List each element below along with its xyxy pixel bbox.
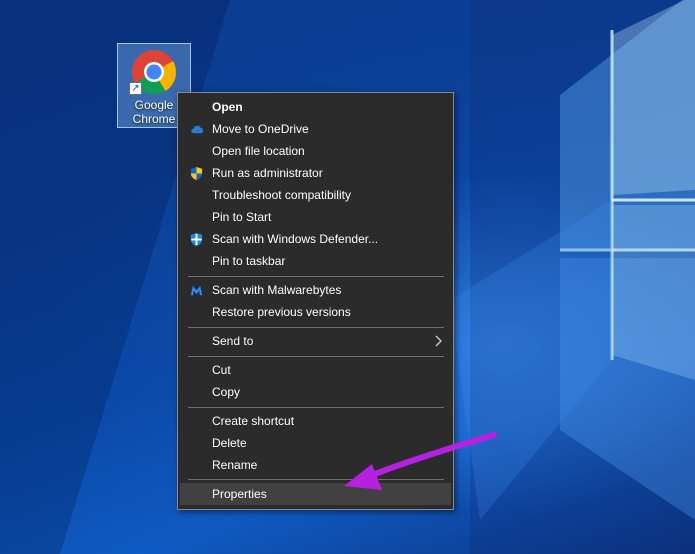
menu-item-run-as-administrator[interactable]: Run as administrator xyxy=(180,162,451,184)
menu-separator xyxy=(188,276,444,277)
menu-item-open-file-location[interactable]: Open file location xyxy=(180,140,451,162)
menu-item-label: Cut xyxy=(212,363,231,377)
menu-item-move-to-onedrive[interactable]: Move to OneDrive xyxy=(180,118,451,140)
chevron-right-icon xyxy=(435,335,442,347)
menu-item-scan-malwarebytes[interactable]: Scan with Malwarebytes xyxy=(180,279,451,301)
menu-item-label: Send to xyxy=(212,334,254,348)
menu-item-label: Troubleshoot compatibility xyxy=(212,188,351,202)
shortcut-arrow-icon: ↗ xyxy=(129,82,142,95)
menu-item-scan-windows-defender[interactable]: Scan with Windows Defender... xyxy=(180,228,451,250)
menu-item-label: Open file location xyxy=(212,144,305,158)
menu-item-rename[interactable]: Rename xyxy=(180,454,451,476)
menu-item-troubleshoot-compatibility[interactable]: Troubleshoot compatibility xyxy=(180,184,451,206)
menu-item-label: Rename xyxy=(212,458,258,472)
context-menu: Open Move to OneDrive Open file location… xyxy=(177,92,454,510)
menu-separator xyxy=(188,327,444,328)
onedrive-cloud-icon xyxy=(191,125,204,134)
menu-item-label: Scan with Windows Defender... xyxy=(212,232,379,246)
defender-shield-icon xyxy=(190,232,203,247)
menu-item-label: Open xyxy=(212,100,243,114)
menu-item-label: Create shortcut xyxy=(212,414,295,428)
menu-item-label: Pin to taskbar xyxy=(212,254,286,268)
menu-separator xyxy=(188,479,444,480)
menu-item-label: Restore previous versions xyxy=(212,305,351,319)
menu-item-label: Delete xyxy=(212,436,247,450)
menu-item-cut[interactable]: Cut xyxy=(180,359,451,381)
menu-item-label: Move to OneDrive xyxy=(212,122,309,136)
menu-item-pin-to-taskbar[interactable]: Pin to taskbar xyxy=(180,250,451,272)
uac-shield-icon xyxy=(190,166,203,181)
menu-item-create-shortcut[interactable]: Create shortcut xyxy=(180,410,451,432)
menu-item-open[interactable]: Open xyxy=(180,96,451,118)
menu-item-label: Copy xyxy=(212,385,241,399)
menu-item-copy[interactable]: Copy xyxy=(180,381,451,403)
menu-item-label: Scan with Malwarebytes xyxy=(212,283,342,297)
malwarebytes-icon xyxy=(190,285,203,296)
menu-separator xyxy=(188,356,444,357)
menu-item-pin-to-start[interactable]: Pin to Start xyxy=(180,206,451,228)
menu-item-label: Run as administrator xyxy=(212,166,323,180)
menu-item-restore-previous-versions[interactable]: Restore previous versions xyxy=(180,301,451,323)
menu-item-label: Pin to Start xyxy=(212,210,272,224)
menu-item-delete[interactable]: Delete xyxy=(180,432,451,454)
menu-item-label: Properties xyxy=(212,487,267,501)
menu-item-properties[interactable]: Properties xyxy=(180,483,451,505)
menu-item-send-to[interactable]: Send to xyxy=(180,330,451,352)
menu-separator xyxy=(188,407,444,408)
